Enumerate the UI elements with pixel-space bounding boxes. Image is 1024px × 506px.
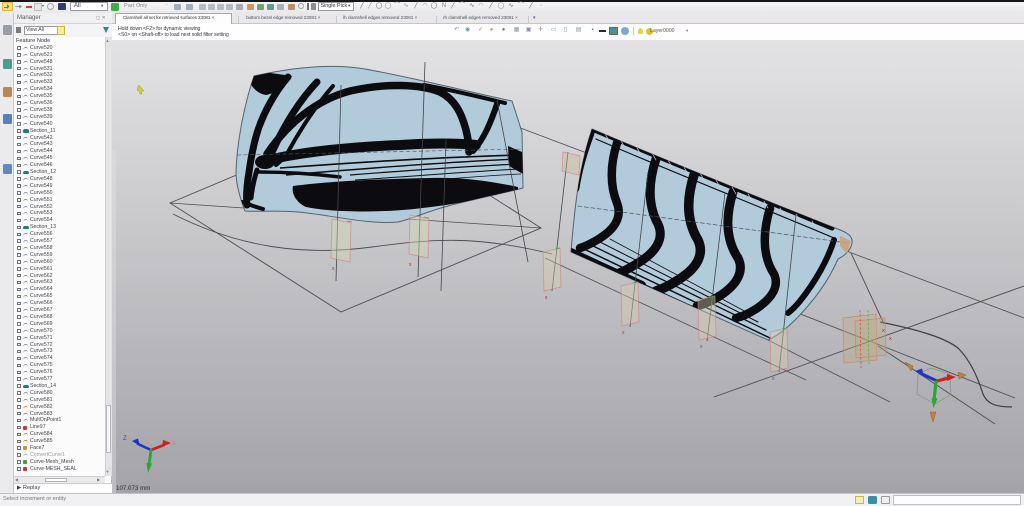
svg-text:x: x bbox=[882, 328, 885, 334]
svg-text:x: x bbox=[889, 336, 892, 342]
svg-text:Z: Z bbox=[123, 436, 127, 442]
svg-text:107.073 mm: 107.073 mm bbox=[116, 485, 150, 492]
svg-text:X: X bbox=[172, 441, 176, 447]
